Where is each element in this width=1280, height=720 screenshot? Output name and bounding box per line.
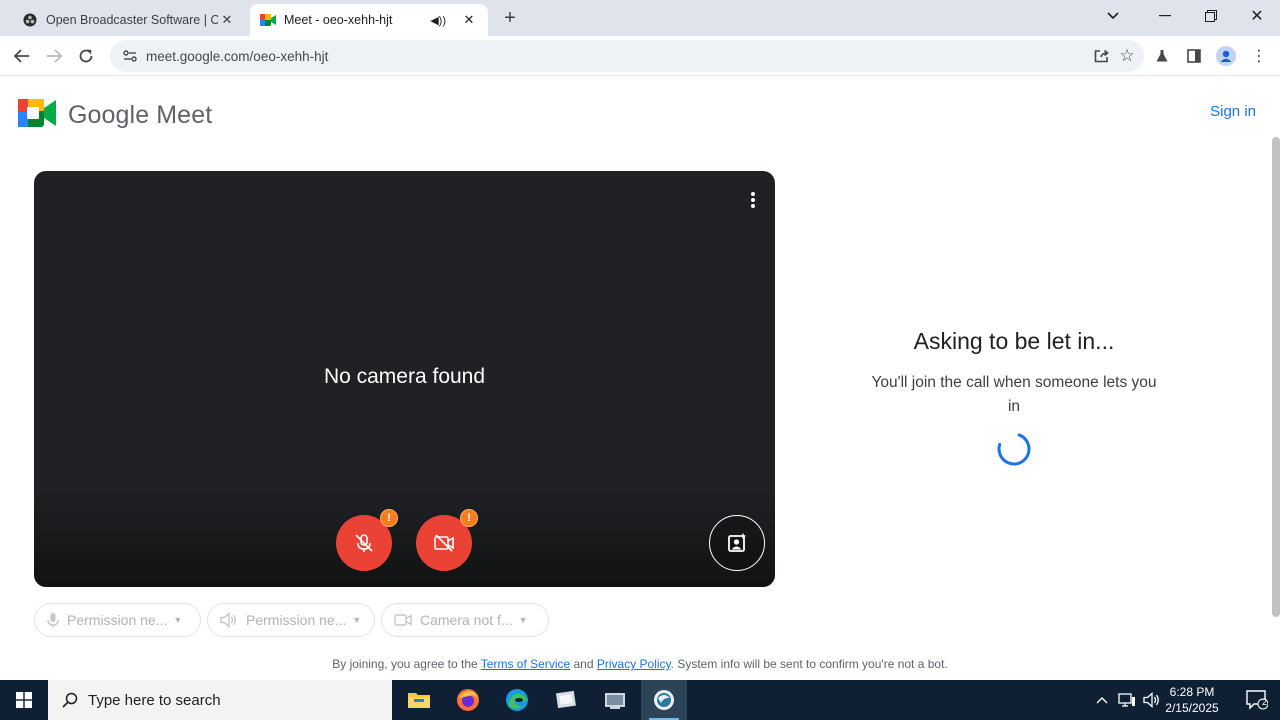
browser-menu-icon[interactable]: ⋮ xyxy=(1248,45,1270,67)
meet-page: Google Meet Sign in No camera found ! ! … xyxy=(0,77,1280,680)
bookmark-star-icon[interactable]: ☆ xyxy=(1116,45,1138,67)
video-bottom-shade xyxy=(34,487,775,587)
clock-date: 2/15/2025 xyxy=(1165,701,1219,715)
side-panel-icon[interactable] xyxy=(1183,45,1205,67)
speaker-icon xyxy=(220,612,238,628)
microphone-select[interactable]: Permission ne... ▼ xyxy=(34,603,201,637)
asking-subtitle: You'll join the call when someone lets y… xyxy=(871,374,1157,415)
meet-logo-icon xyxy=(18,97,56,134)
camera-select-label: Camera not f... xyxy=(420,612,513,628)
notification-count: 2 xyxy=(1261,697,1267,707)
forward-icon[interactable] xyxy=(40,42,68,70)
windows-logo-icon xyxy=(16,692,32,708)
obs-icon[interactable] xyxy=(641,680,687,720)
microphone-select-label: Permission ne... xyxy=(67,612,168,628)
microphone-off-icon xyxy=(355,534,373,552)
notification-center-icon[interactable]: 2 xyxy=(1244,688,1270,712)
logo-text: Google Meet xyxy=(68,101,213,129)
meet-favicon-icon xyxy=(260,12,276,28)
reload-icon[interactable] xyxy=(72,42,100,70)
start-button[interactable] xyxy=(0,680,48,720)
privacy-policy-link[interactable]: Privacy Policy xyxy=(597,657,671,671)
edge-icon[interactable] xyxy=(494,680,540,720)
share-icon[interactable] xyxy=(1091,45,1113,67)
more-options-icon[interactable] xyxy=(749,191,757,209)
close-icon[interactable]: ✕ xyxy=(460,11,478,29)
camera-off-icon xyxy=(434,534,454,552)
network-icon[interactable] xyxy=(1118,680,1136,720)
obs-favicon-icon xyxy=(22,12,38,28)
browser-toolbar: meet.google.com/oeo-xehh-hjt ☆ ⋮ xyxy=(0,36,1280,76)
microphone-icon xyxy=(47,612,59,628)
tab-title: Meet - oeo-xehh-hjt xyxy=(284,13,393,27)
site-info-icon[interactable] xyxy=(122,48,138,64)
asking-title: Asking to be let in... xyxy=(913,328,1115,354)
speaker-select-label: Permission ne... xyxy=(246,612,347,628)
microphone-off-button[interactable]: ! xyxy=(336,509,398,571)
camera-off-button[interactable]: ! xyxy=(416,509,478,571)
taskbar-search[interactable]: Type here to search xyxy=(48,680,392,720)
page-scrollbar[interactable] xyxy=(1272,137,1280,617)
visual-effects-icon xyxy=(728,533,746,552)
tab-title: Open Broadcaster Software | OB xyxy=(46,13,218,27)
chevron-down-icon: ▼ xyxy=(352,615,362,625)
address-bar[interactable]: meet.google.com/oeo-xehh-hjt xyxy=(110,40,1144,72)
profile-avatar-icon[interactable] xyxy=(1215,45,1237,67)
camera-select[interactable]: Camera not f... ▼ xyxy=(381,603,549,637)
warning-badge: ! xyxy=(460,509,478,527)
speaker-icon[interactable]: ◀)) xyxy=(430,14,446,27)
no-camera-message: No camera found xyxy=(323,365,486,388)
terms-footer: By joining, you agree to the Terms of Se… xyxy=(0,657,1280,671)
tab-search-icon[interactable] xyxy=(1098,0,1128,32)
url-text[interactable]: meet.google.com/oeo-xehh-hjt xyxy=(146,49,328,64)
footer-text: . System info will be sent to confirm yo… xyxy=(670,657,948,671)
footer-text: and xyxy=(570,657,597,671)
search-icon xyxy=(62,692,78,708)
restore-icon[interactable] xyxy=(1196,0,1226,32)
tab-obs[interactable]: Open Broadcaster Software | OB ✕ xyxy=(10,4,246,36)
search-placeholder: Type here to search xyxy=(88,691,221,709)
labs-flask-icon[interactable] xyxy=(1151,45,1173,67)
windows-taskbar: Type here to search 6:28 PM 2/15/2025 2 xyxy=(0,680,1280,720)
google-meet-logo: Google Meet xyxy=(18,97,212,134)
app-icon[interactable] xyxy=(592,680,638,720)
back-icon[interactable] xyxy=(8,42,36,70)
close-icon[interactable]: ✕ xyxy=(218,11,236,29)
browser-tab-strip: Open Broadcaster Software | OB ✕ Meet - … xyxy=(0,0,1280,36)
footer-text: By joining, you agree to the xyxy=(332,657,481,671)
visual-effects-button[interactable] xyxy=(709,515,765,571)
speaker-select[interactable]: Permission ne... ▼ xyxy=(207,603,375,637)
terms-of-service-link[interactable]: Terms of Service xyxy=(481,657,570,671)
video-preview: No camera found ! ! xyxy=(34,171,775,587)
clock-time: 6:28 PM xyxy=(1169,685,1215,699)
warning-badge: ! xyxy=(380,509,398,527)
tab-meet[interactable]: Meet - oeo-xehh-hjt ◀)) ✕ xyxy=(250,4,488,36)
camera-icon xyxy=(394,613,412,627)
file-explorer-icon[interactable] xyxy=(396,680,442,720)
loading-spinner-icon xyxy=(997,432,1031,466)
minimize-icon[interactable] xyxy=(1150,0,1180,32)
chevron-down-icon: ▼ xyxy=(518,615,528,625)
show-hidden-icons[interactable] xyxy=(1096,680,1108,720)
new-tab-button[interactable]: + xyxy=(498,6,522,30)
chevron-down-icon: ▼ xyxy=(173,615,183,625)
firefox-icon[interactable] xyxy=(445,680,491,720)
window-close-icon[interactable]: ✕ xyxy=(1242,0,1272,32)
sign-in-link[interactable]: Sign in xyxy=(1210,103,1256,120)
app-icon[interactable] xyxy=(543,680,589,720)
taskbar-clock[interactable]: 6:28 PM 2/15/2025 xyxy=(1152,684,1232,716)
